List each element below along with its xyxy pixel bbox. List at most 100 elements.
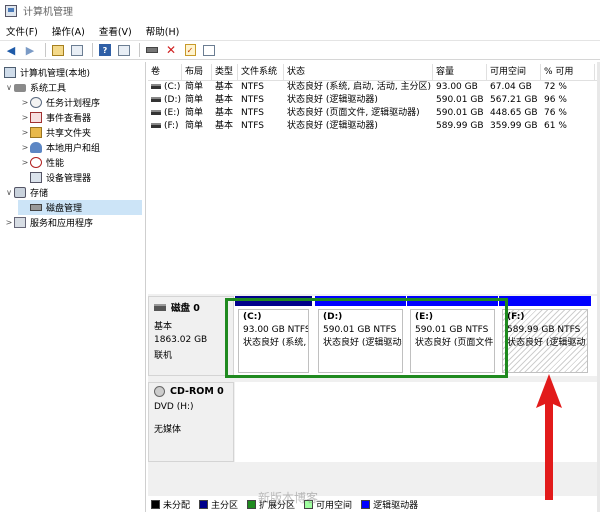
watermark: 新版本博客 <box>258 491 319 505</box>
volume-row[interactable]: (C:) 简单 基本 NTFS 状态良好 (系统, 启动, 活动, 主分区) 9… <box>148 81 600 94</box>
column-layout[interactable]: 布局 <box>182 64 212 80</box>
tree-label: 服务和应用程序 <box>30 219 94 229</box>
partition-body-selected: (F:) 589.99 GB NTFS 状态良好 (逻辑驱动 <box>502 309 588 373</box>
free-space-cell: 448.65 GB <box>490 108 538 118</box>
column-type[interactable]: 类型 <box>212 64 238 80</box>
menu-action[interactable]: 操作(A) <box>52 24 85 38</box>
delete-icon[interactable]: ✕ <box>163 42 179 58</box>
column-status[interactable]: 状态 <box>284 64 433 80</box>
shared-folder-icon <box>30 127 42 138</box>
performance-icon <box>30 157 42 168</box>
cdrom-0-title: CD-ROM 0 <box>154 386 228 397</box>
tree-label: 事件查看器 <box>46 114 92 124</box>
toolbar: ◀ ▶ ? ✕ ✓ <box>0 40 600 60</box>
partition-f[interactable]: (F:) 589.99 GB NTFS 状态良好 (逻辑驱动 <box>499 296 591 376</box>
users-icon <box>30 142 42 153</box>
clock-icon <box>30 97 42 108</box>
tree-label: 性能 <box>46 159 65 169</box>
properties-icon[interactable] <box>116 42 132 58</box>
chevron-right-icon[interactable]: > <box>20 158 30 167</box>
volume-cell: (F:) <box>148 120 182 133</box>
volume-cell: (C:) <box>148 81 182 94</box>
chevron-right-icon[interactable]: > <box>20 143 30 152</box>
tree-item-local-users[interactable]: > 本地用户和组 <box>20 140 100 155</box>
legend-swatch <box>361 499 371 509</box>
tree-label: 计算机管理(本地) <box>20 69 91 79</box>
disk-0-status: 联机 <box>154 351 173 361</box>
disk-0-row: 磁盘 0 基本 1863.02 GB 联机 (C:) 93.00 GB NTFS… <box>148 296 598 378</box>
column-capacity[interactable]: 容量 <box>433 64 487 80</box>
capacity-cell: 590.01 GB <box>436 108 484 118</box>
layout-cell: 简单 <box>185 82 204 92</box>
tree-item-root[interactable]: 计算机管理(本地) <box>4 65 90 80</box>
title-bar: 计算机管理 <box>0 0 600 21</box>
status-cell: 状态良好 (系统, 启动, 活动, 主分区) <box>287 82 432 92</box>
computer-icon <box>4 67 16 78</box>
show-hide-tree-icon[interactable] <box>69 42 85 58</box>
menu-file[interactable]: 文件(F) <box>6 24 38 38</box>
chevron-right-icon[interactable]: > <box>20 113 30 122</box>
checklist-icon[interactable]: ✓ <box>182 42 198 58</box>
disk-0-title: 磁盘 0 <box>154 300 228 314</box>
volume-row[interactable]: (E:) 简单 基本 NTFS 状态良好 (页面文件, 逻辑驱动器) 590.0… <box>148 107 600 120</box>
free-space-cell: 67.04 GB <box>490 82 532 92</box>
chevron-down-icon[interactable]: ∨ <box>4 188 14 197</box>
annotation-arrow-icon <box>536 374 562 500</box>
tree-item-services-apps[interactable]: > 服务和应用程序 <box>4 215 93 230</box>
toolbar-separator <box>139 43 140 57</box>
type-cell: 基本 <box>215 82 234 92</box>
volume-row[interactable]: (F:) 简单 基本 NTFS 状态良好 (逻辑驱动器) 589.99 GB 3… <box>148 120 600 133</box>
tree-item-disk-management[interactable]: 磁盘管理 <box>18 200 142 215</box>
disk-0-size: 1863.02 GB <box>154 335 208 345</box>
tree-item-device-manager[interactable]: 设备管理器 <box>30 170 91 185</box>
legend-swatch <box>199 499 209 509</box>
column-volume[interactable]: 卷 <box>148 64 182 80</box>
disk-icon <box>30 204 42 211</box>
help-icon[interactable]: ? <box>97 42 113 58</box>
tree-item-event-viewer[interactable]: > 事件查看器 <box>20 110 91 125</box>
legend-label: 逻辑驱动器 <box>373 500 419 511</box>
legend-item-logical: 逻辑驱动器 <box>361 498 418 511</box>
volume-list-header: 卷 布局 类型 文件系统 状态 容量 可用空间 % 可用 <box>148 64 600 81</box>
tree-item-performance[interactable]: > 性能 <box>20 155 64 170</box>
cdrom-0-info[interactable]: CD-ROM 0 DVD (H:) 无媒体 <box>148 382 234 462</box>
file-system-cell: NTFS <box>241 82 264 92</box>
volume-row[interactable]: (D:) 简单 基本 NTFS 状态良好 (逻辑驱动器) 590.01 GB 5… <box>148 94 600 107</box>
file-system-cell: NTFS <box>241 108 264 118</box>
tree-label: 本地用户和组 <box>46 144 101 154</box>
column-free-space[interactable]: 可用空间 <box>487 64 541 80</box>
type-cell: 基本 <box>215 108 234 118</box>
annotation-arrow-shape <box>536 374 562 500</box>
navigation-tree: 计算机管理(本地) ∨ 系统工具 > 任务计划程序 > 事件查看器 > 共享文件… <box>0 62 146 512</box>
capacity-cell: 93.00 GB <box>436 82 478 92</box>
disk-0-info[interactable]: 磁盘 0 基本 1863.02 GB 联机 <box>148 296 234 376</box>
chevron-right-icon[interactable]: > <box>4 218 14 227</box>
back-arrow-icon[interactable]: ◀ <box>3 42 19 58</box>
column-file-system[interactable]: 文件系统 <box>238 64 284 80</box>
tree-item-storage[interactable]: ∨ 存储 <box>4 185 48 200</box>
panel-icon[interactable] <box>201 42 217 58</box>
cdrom-0-drive: DVD (H:) <box>154 402 194 412</box>
computer-management-icon <box>5 4 17 17</box>
status-cell: 状态良好 (逻辑驱动器) <box>287 121 378 131</box>
connect-drive-icon[interactable] <box>144 42 160 58</box>
tree-item-task-scheduler[interactable]: > 任务计划程序 <box>20 95 100 110</box>
free-space-cell: 567.21 GB <box>490 95 538 105</box>
tree-item-shared-folders[interactable]: > 共享文件夹 <box>20 125 91 140</box>
window-title: 计算机管理 <box>23 7 73 18</box>
column-percent-free[interactable]: % 可用 <box>541 64 595 80</box>
menu-help[interactable]: 帮助(H) <box>146 24 180 38</box>
tree-label: 存储 <box>30 189 49 199</box>
chevron-right-icon[interactable]: > <box>20 128 30 137</box>
menu-view[interactable]: 查看(V) <box>99 24 132 38</box>
tools-icon <box>14 83 26 92</box>
tree-item-system-tools[interactable]: ∨ 系统工具 <box>4 80 66 95</box>
chevron-right-icon[interactable]: > <box>20 98 30 107</box>
tree-label: 磁盘管理 <box>46 204 83 214</box>
tree-label: 任务计划程序 <box>46 99 101 109</box>
chevron-down-icon[interactable]: ∨ <box>4 83 14 92</box>
up-folder-icon[interactable] <box>50 42 66 58</box>
forward-arrow-icon[interactable]: ▶ <box>22 42 38 58</box>
cdrom-0-media: 无媒体 <box>154 425 182 435</box>
volume-icon <box>151 97 161 102</box>
